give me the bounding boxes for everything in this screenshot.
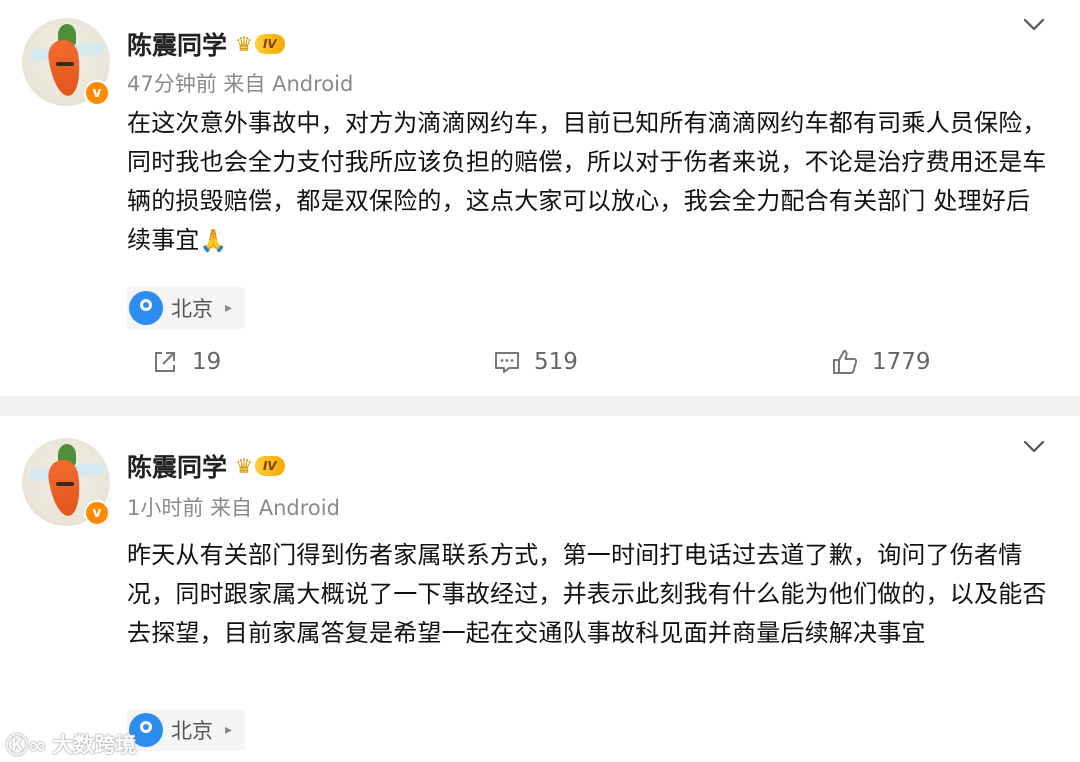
comment-button[interactable]: 519 bbox=[492, 340, 578, 384]
post-separator bbox=[0, 396, 1080, 416]
share-icon bbox=[150, 347, 180, 377]
post-time: 1小时前 bbox=[127, 496, 204, 520]
weibo-post: v 陈震同学 ♛ IV 1小时前 来自 Android 昨天从有关部门得到伤者家… bbox=[0, 416, 1080, 762]
chevron-right-icon: ▸ bbox=[225, 300, 233, 316]
crown-icon: ♛ bbox=[235, 32, 253, 56]
verified-badge-icon: v bbox=[84, 80, 110, 106]
chevron-right-icon: ▸ bbox=[225, 722, 233, 738]
author-name[interactable]: 陈震同学 bbox=[127, 448, 227, 484]
author-name-row: 陈震同学 ♛ IV bbox=[127, 448, 285, 484]
pray-emoji: 🙏 bbox=[199, 229, 228, 254]
watermark: Ⓚ∞ 大数跨境 bbox=[6, 728, 136, 760]
post-source: 来自 Android bbox=[223, 72, 354, 96]
location-pin-icon bbox=[129, 291, 163, 325]
thumbs-up-icon bbox=[830, 347, 860, 377]
watermark-logo-icon: Ⓚ∞ bbox=[6, 734, 47, 759]
chevron-down-icon[interactable] bbox=[1020, 434, 1048, 458]
chevron-down-icon[interactable] bbox=[1020, 12, 1048, 36]
post-time: 47分钟前 bbox=[127, 72, 217, 96]
post-actions: 19 519 1779 bbox=[0, 340, 1080, 384]
post-content: 昨天从有关部门得到伤者家属联系方式，第一时间打电话过去道了歉，询问了伤者情况，同… bbox=[127, 536, 1052, 656]
comment-icon bbox=[492, 347, 522, 377]
comment-count: 519 bbox=[534, 349, 578, 375]
like-button[interactable]: 1779 bbox=[830, 340, 931, 384]
vip-badge[interactable]: ♛ IV bbox=[235, 455, 285, 477]
vip-level: IV bbox=[254, 456, 285, 476]
vip-badge[interactable]: ♛ IV bbox=[235, 33, 285, 55]
post-meta: 47分钟前 来自 Android bbox=[127, 68, 353, 98]
location-label: 北京 bbox=[171, 297, 213, 321]
post-source: 来自 Android bbox=[210, 496, 340, 520]
location-tag[interactable]: 北京 ▸ bbox=[127, 709, 245, 751]
crown-icon: ♛ bbox=[235, 454, 253, 478]
like-count: 1779 bbox=[872, 349, 931, 375]
share-count: 19 bbox=[192, 349, 222, 375]
location-tag[interactable]: 北京 ▸ bbox=[127, 287, 245, 329]
location-label: 北京 bbox=[171, 719, 213, 743]
weibo-post: v 陈震同学 ♛ IV 47分钟前 来自 Android 在这次意外事故中，对方… bbox=[0, 0, 1080, 396]
share-button[interactable]: 19 bbox=[150, 340, 221, 384]
post-meta: 1小时前 来自 Android bbox=[127, 492, 340, 522]
post-content: 在这次意外事故中，对方为滴滴网约车，目前已知所有滴滴网约车都有司乘人员保险，同时… bbox=[127, 104, 1052, 272]
post-text: 在这次意外事故中，对方为滴滴网约车，目前已知所有滴滴网约车都有司乘人员保险，同时… bbox=[127, 109, 1047, 254]
vip-level: IV bbox=[254, 34, 285, 54]
author-name[interactable]: 陈震同学 bbox=[127, 26, 227, 62]
verified-badge-icon: v bbox=[84, 500, 110, 526]
author-name-row: 陈震同学 ♛ IV bbox=[127, 26, 285, 62]
watermark-text: 大数跨境 bbox=[52, 733, 137, 757]
post-text: 昨天从有关部门得到伤者家属联系方式，第一时间打电话过去道了歉，询问了伤者情况，同… bbox=[127, 541, 1047, 647]
